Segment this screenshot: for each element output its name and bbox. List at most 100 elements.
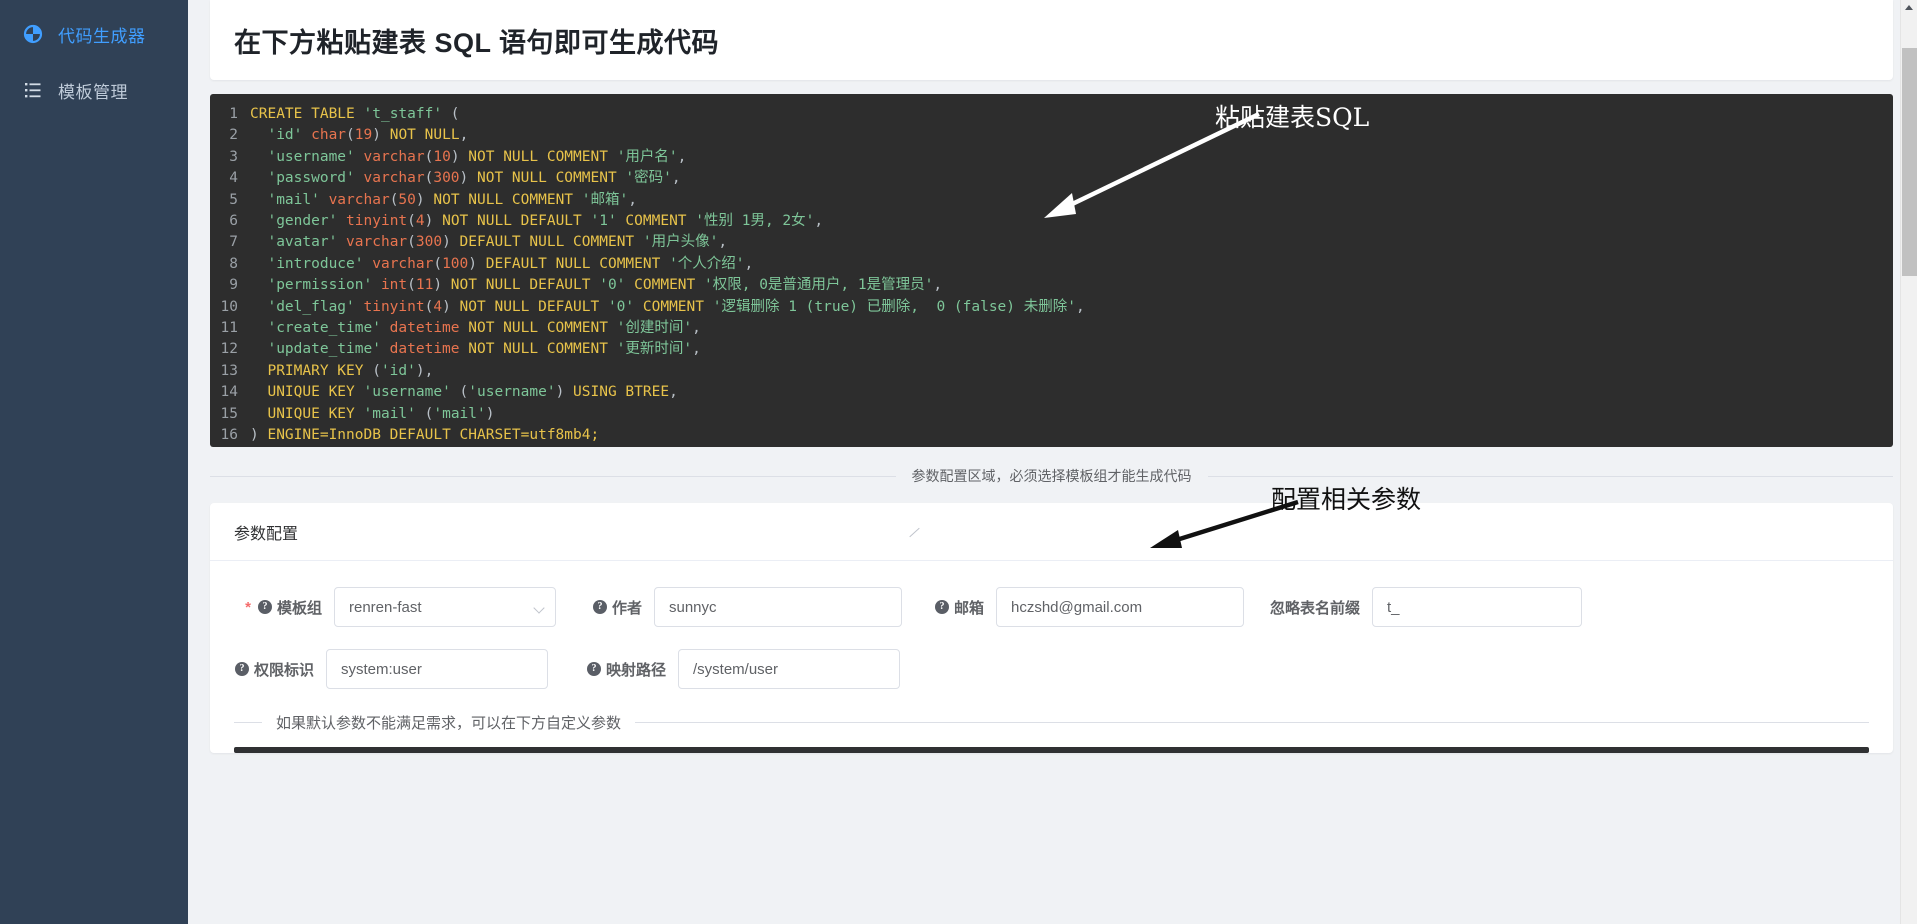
code-token: NOT NULL DEFAULT xyxy=(433,213,590,229)
bottom-accent-bar xyxy=(234,747,1869,753)
code-token: ( xyxy=(407,213,416,229)
code-token: '权限, 0是普通用户, 1是管理员' xyxy=(704,277,933,293)
code-line: 15 UNIQUE KEY 'mail' ('mail') xyxy=(210,404,1893,425)
code-token: '0' xyxy=(599,277,625,293)
code-token: ) xyxy=(250,427,267,443)
scrollbar-up-arrow-icon[interactable] xyxy=(1905,5,1913,10)
param-form-row-2: ? 权限标识 system:user? 映射路径/system/user xyxy=(234,649,1869,689)
sql-code-body[interactable]: 1CREATE TABLE 't_staff' (2 'id' char(19)… xyxy=(210,104,1893,447)
code-token: datetime xyxy=(381,341,460,357)
param-field-label-text: 映射路径 xyxy=(606,659,666,680)
code-line: 8 'introduce' varchar(100) DEFAULT NULL … xyxy=(210,254,1893,275)
sidebar-item-template-management[interactable]: 模板管理 xyxy=(0,62,188,118)
code-token: ) xyxy=(372,127,381,143)
code-token: ( xyxy=(451,384,468,400)
page-scrollbar[interactable] xyxy=(1900,0,1917,924)
code-token: '0' xyxy=(608,299,634,315)
code-line: 5 'mail' varchar(50) NOT NULL COMMENT '邮… xyxy=(210,190,1893,211)
help-question-icon[interactable]: ? xyxy=(935,600,949,614)
code-token: DEFAULT NULL COMMENT xyxy=(451,234,643,250)
param-field-value: t_ xyxy=(1387,599,1400,616)
code-token: COMMENT xyxy=(634,299,713,315)
code-token: 300 xyxy=(433,170,459,186)
code-token: ( xyxy=(442,106,459,122)
code-token: datetime xyxy=(381,320,460,336)
scrollbar-thumb[interactable] xyxy=(1902,48,1917,276)
param-field-label: ? 作者 xyxy=(594,597,642,618)
divider-line-left xyxy=(210,476,896,477)
code-token: NOT NULL COMMENT xyxy=(460,341,617,357)
code-line-number: 11 xyxy=(210,318,250,339)
code-token: , xyxy=(933,277,942,293)
code-token: , xyxy=(1076,299,1085,315)
code-token: , xyxy=(814,213,823,229)
code-token: ) xyxy=(433,277,442,293)
code-token: '邮箱' xyxy=(582,192,628,208)
code-token: '1' xyxy=(591,213,617,229)
code-line-number: 1 xyxy=(210,104,250,125)
code-line-text: 'update_time' datetime NOT NULL COMMENT … xyxy=(250,339,701,360)
code-line-text: 'mail' varchar(50) NOT NULL COMMENT '邮箱'… xyxy=(250,190,637,211)
param-field-label-text: 作者 xyxy=(612,597,642,618)
param-field-label-text: 权限标识 xyxy=(254,659,314,680)
code-token: COMMENT xyxy=(625,277,704,293)
chevron-down-icon[interactable] xyxy=(533,602,544,613)
code-token: ( xyxy=(372,363,381,379)
code-token: , xyxy=(628,192,637,208)
code-token: NOT NULL COMMENT xyxy=(425,192,582,208)
code-token: 4 xyxy=(416,213,425,229)
code-line-number: 3 xyxy=(210,147,250,168)
code-token: '用户名' xyxy=(617,149,678,165)
code-token: 10 xyxy=(433,149,450,165)
code-token: 'mail' xyxy=(433,406,485,422)
param-field: ? 映射路径/system/user xyxy=(586,649,900,689)
code-line-text: ) ENGINE=InnoDB DEFAULT CHARSET=utf8mb4; xyxy=(250,425,599,446)
code-line: 3 'username' varchar(10) NOT NULL COMMEN… xyxy=(210,147,1893,168)
code-token: ) xyxy=(468,256,477,272)
code-token: 4 xyxy=(433,299,442,315)
param-field-label: ? 映射路径 xyxy=(586,659,666,680)
code-token: , xyxy=(669,384,678,400)
sidebar-item-code-generator[interactable]: 代码生成器 xyxy=(0,6,188,62)
code-token: NOT NULL COMMENT xyxy=(460,149,617,165)
code-token: NOT NULL DEFAULT xyxy=(442,277,599,293)
help-question-icon[interactable]: ? xyxy=(258,600,272,614)
code-line-text: 'permission' int(11) NOT NULL DEFAULT '0… xyxy=(250,275,942,296)
code-token: '用户头像' xyxy=(643,234,718,250)
code-token: , xyxy=(692,341,701,357)
param-input[interactable]: system:user xyxy=(326,649,548,689)
code-line: 16) ENGINE=InnoDB DEFAULT CHARSET=utf8mb… xyxy=(210,425,1893,446)
code-token: NOT NULL DEFAULT xyxy=(451,299,608,315)
param-field-value: renren-fast xyxy=(349,599,422,616)
sql-code-editor[interactable]: 1CREATE TABLE 't_staff' (2 'id' char(19)… xyxy=(210,94,1893,447)
code-token: ( xyxy=(407,277,416,293)
param-config-header[interactable]: 参数配置 xyxy=(210,503,1893,561)
code-line: 1CREATE TABLE 't_staff' ( xyxy=(210,104,1893,125)
param-input[interactable]: hczshd@gmail.com xyxy=(996,587,1244,627)
chevron-collapse-icon[interactable] xyxy=(909,528,919,537)
code-line-number: 8 xyxy=(210,254,250,275)
param-input[interactable]: /system/user xyxy=(678,649,900,689)
app-root: 代码生成器 模板管理 在下方粘贴建表 SQL 语句即可生成代码 xyxy=(0,0,1917,924)
code-token: 'mail' xyxy=(364,406,416,422)
code-token: ) xyxy=(451,149,460,165)
code-token: , xyxy=(745,256,754,272)
code-line-number: 9 xyxy=(210,275,250,296)
code-line-text: 'id' char(19) NOT NULL, xyxy=(250,125,468,146)
code-token: PRIMARY KEY xyxy=(250,363,372,379)
help-question-icon[interactable]: ? xyxy=(593,600,607,614)
code-line-number: 14 xyxy=(210,382,250,403)
help-question-icon[interactable]: ? xyxy=(235,662,249,676)
sidebar-item-label: 模板管理 xyxy=(58,78,128,103)
code-token: 'create_time' xyxy=(250,320,381,336)
param-field-value: /system/user xyxy=(693,661,778,678)
param-input[interactable]: sunnyc xyxy=(654,587,902,627)
param-field-value: hczshd@gmail.com xyxy=(1011,599,1142,616)
param-select[interactable]: renren-fast xyxy=(334,587,556,627)
code-line: 11 'create_time' datetime NOT NULL COMME… xyxy=(210,318,1893,339)
help-question-icon[interactable]: ? xyxy=(587,662,601,676)
code-token: UNIQUE KEY xyxy=(250,406,364,422)
code-token: varchar xyxy=(320,192,390,208)
param-field-label: 忽略表名前缀 xyxy=(1268,597,1360,618)
param-input[interactable]: t_ xyxy=(1372,587,1582,627)
